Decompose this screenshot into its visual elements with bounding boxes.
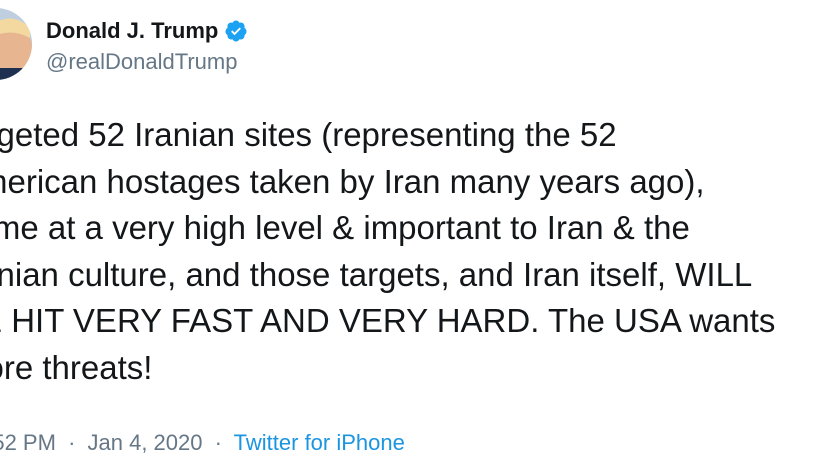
- tweet-meta: 5:52 PM · Jan 4, 2020 · Twitter for iPho…: [0, 430, 405, 456]
- tweet-time[interactable]: 5:52 PM: [0, 430, 56, 455]
- tweet-text-line: American hostages taken by Iran many yea…: [0, 162, 705, 200]
- tweet-card: Donald J. Trump @realDonaldTrump targete…: [0, 0, 828, 468]
- tweet-text: targeted 52 Iranian sites (representing …: [0, 112, 828, 392]
- author-handle[interactable]: @realDonaldTrump: [46, 49, 248, 75]
- tweet-text-line: BE HIT VERY FAST AND VERY HARD. The USA …: [0, 302, 776, 340]
- author-block: Donald J. Trump @realDonaldTrump: [46, 16, 248, 75]
- meta-separator: ·: [68, 430, 76, 455]
- display-name[interactable]: Donald J. Trump: [46, 18, 218, 44]
- name-row: Donald J. Trump: [46, 16, 248, 46]
- tweet-text-line: targeted 52 Iranian sites (representing …: [0, 116, 617, 153]
- avatar[interactable]: [0, 8, 32, 80]
- tweet-text-line: some at a very high level & important to…: [0, 209, 690, 247]
- tweet-text-line: more threats!: [0, 348, 153, 386]
- tweet-text-line: Iranian culture, and those targets, and …: [0, 255, 753, 293]
- verified-badge-icon: [225, 20, 247, 42]
- tweet-date[interactable]: Jan 4, 2020: [88, 430, 203, 455]
- tweet-source-link[interactable]: Twitter for iPhone: [234, 430, 405, 455]
- avatar-image: [0, 8, 32, 80]
- meta-separator: ·: [214, 430, 222, 455]
